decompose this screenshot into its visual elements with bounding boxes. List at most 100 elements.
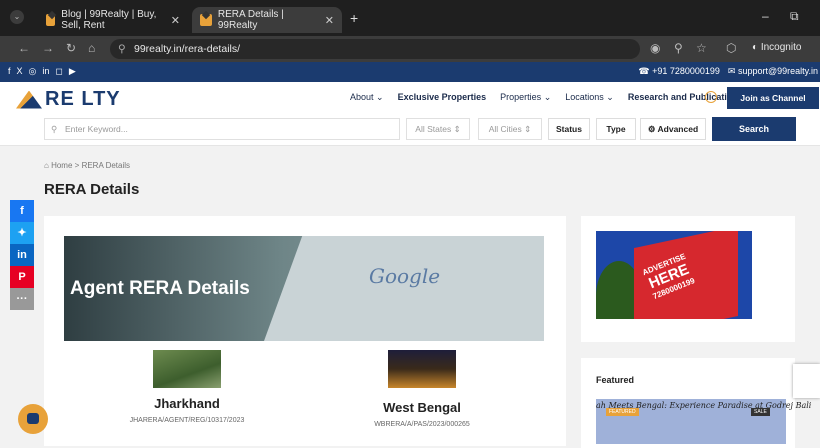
favicon-icon <box>200 14 212 26</box>
pinterest-share-icon[interactable]: P <box>10 266 34 288</box>
advertise-here-image[interactable]: ADVERTISE HERE 7280000199 <box>596 231 752 319</box>
tab-title: Blog | 99Realty | Buy, Sell, Rent <box>61 9 157 31</box>
social-links: f X ◎ in ◻ ▶ <box>8 66 76 77</box>
x-icon[interactable]: X <box>17 66 23 77</box>
agent-rera-banner: Google Agent RERA Details <box>64 236 544 341</box>
type-button[interactable]: Type <box>596 118 636 140</box>
search-icon: ⚲ <box>51 124 58 134</box>
home-icon: ⌂ <box>44 161 49 170</box>
property-search-bar: ⚲ Enter Keyword... All States ⇕ All Citi… <box>0 116 820 146</box>
breadcrumb-separator: > <box>74 161 80 170</box>
logo-mark-icon <box>16 90 42 109</box>
youtube-icon[interactable]: ▶ <box>69 66 76 77</box>
menu-label: Exclusive Properties <box>397 92 487 102</box>
banner-title: Agent RERA Details <box>70 278 250 299</box>
all-cities-select[interactable]: All Cities ⇕ <box>478 118 542 140</box>
phone-number: +91 7280000199 <box>652 66 720 76</box>
back-icon[interactable]: ← <box>18 41 30 55</box>
featured-post-image[interactable]: ah Meets Bengal: Experience Paradise at … <box>596 399 811 444</box>
bookmark-star-icon[interactable]: ☆ <box>696 41 707 55</box>
breadcrumb: ⌂ Home > RERA Details <box>44 161 130 170</box>
state-name: West Bengal <box>383 400 461 415</box>
banner-search-screen <box>264 236 544 341</box>
chevron-down-icon: ⌄ <box>376 92 384 102</box>
recaptcha-badge[interactable] <box>793 364 820 398</box>
linkedin-share-icon[interactable]: in <box>10 244 34 266</box>
search-button[interactable]: Search <box>712 117 796 141</box>
banner-google-logo: Google <box>369 264 441 288</box>
facebook-share-icon[interactable]: f <box>10 200 34 222</box>
home-icon[interactable]: ⌂ <box>88 41 95 55</box>
zoom-icon[interactable]: ⚲ <box>674 41 683 55</box>
featured-card: Featured ah Meets Bengal: Experience Par… <box>581 358 811 448</box>
menu-about[interactable]: About ⌄ <box>350 92 384 103</box>
menu-exclusive-properties[interactable]: Exclusive Properties <box>398 92 487 103</box>
reload-icon[interactable]: ↻ <box>66 41 76 55</box>
close-tab-icon[interactable]: ✕ <box>325 14 334 27</box>
menu-label: Properties <box>500 92 542 102</box>
menu-label: Research and Publications <box>627 92 743 102</box>
rera-registration: JHARERA/AGENT/REG/10317/2023 <box>129 417 245 424</box>
menu-properties[interactable]: Properties ⌄ <box>500 92 551 103</box>
updown-icon: ⇕ <box>453 124 461 134</box>
featured-heading: Featured <box>596 375 635 385</box>
keyword-placeholder: Enter Keyword... <box>65 124 128 134</box>
share-sidebar: f ✦ in P ··· <box>10 200 34 310</box>
linkedin-icon[interactable]: in <box>42 66 49 77</box>
menu-locations[interactable]: Locations ⌄ <box>565 92 614 103</box>
restore-button[interactable]: ⧉ <box>790 9 799 24</box>
tab-rera-details[interactable]: RERA Details | 99Realty ✕ <box>192 7 342 33</box>
close-tab-icon[interactable]: ✕ <box>171 14 180 27</box>
url-field[interactable]: ⚲ 99realty.in/rera-details/ <box>110 39 640 59</box>
site-logo[interactable]: RE LTY <box>16 88 121 111</box>
new-tab-button[interactable]: + <box>350 10 358 26</box>
tab-title: RERA Details | 99Realty <box>217 9 284 31</box>
phone-link[interactable]: ☎ +91 7280000199 <box>638 66 720 77</box>
breadcrumb-home[interactable]: Home <box>51 161 72 170</box>
minimize-button[interactable]: – <box>762 9 769 23</box>
browser-tab-bar: ⌄ Blog | 99Realty | Buy, Sell, Rent ✕ RE… <box>0 0 820 36</box>
url-text: 99realty.in/rera-details/ <box>134 43 241 55</box>
page-title: RERA Details <box>44 181 140 198</box>
extensions-icon[interactable]: ⬡ <box>726 41 736 55</box>
sale-badge: SALE <box>751 408 770 416</box>
incognito-indicator[interactable]: ◐ Incognito <box>752 42 801 53</box>
jharkhand-image <box>153 350 221 388</box>
chat-widget-button[interactable] <box>18 404 48 434</box>
eye-icon[interactable]: ◉ <box>650 41 660 55</box>
status-button[interactable]: Status <box>548 118 590 140</box>
top-contact-strip: f X ◎ in ◻ ▶ ☎ +91 7280000199 ✉ support@… <box>0 62 820 82</box>
mail-icon: ✉ <box>727 66 736 76</box>
all-states-select[interactable]: All States ⇕ <box>406 118 470 140</box>
site-header: RE LTY About ⌄ Exclusive Properties Prop… <box>0 82 820 125</box>
advanced-button[interactable]: ⚙ Advanced <box>640 118 706 140</box>
email-address: support@99realty.in <box>737 66 818 76</box>
state-jharkhand: Jharkhand JHARERA/AGENT/REG/10317/2023 <box>130 350 244 424</box>
favicon-icon <box>46 14 56 26</box>
join-channel-partner-button[interactable]: Join as Channel Partner <box>727 87 819 125</box>
state-name: Jharkhand <box>154 396 220 411</box>
west-bengal-image <box>388 350 456 388</box>
menu-label: Locations <box>565 92 604 102</box>
instagram-icon[interactable]: ◻ <box>55 66 62 77</box>
keyword-search-input[interactable]: ⚲ Enter Keyword... <box>44 118 400 140</box>
tab-search-icon[interactable]: ⌄ <box>10 10 24 24</box>
breadcrumb-current: RERA Details <box>81 161 131 170</box>
state-west-bengal: West Bengal WBRERA/A/PAS/2023/000265 <box>367 350 477 428</box>
logo-text: RE LTY <box>45 88 121 110</box>
tab-blog[interactable]: Blog | 99Realty | Buy, Sell, Rent ✕ <box>38 7 188 33</box>
theme-toggle-icon[interactable] <box>705 91 717 103</box>
address-bar-row: ← → ↻ ⌂ ⚲ 99realty.in/rera-details/ ◉ ⚲ … <box>0 36 820 62</box>
whatsapp-icon[interactable]: ◎ <box>29 66 37 77</box>
more-share-icon[interactable]: ··· <box>10 288 34 310</box>
site-info-icon[interactable]: ⚲ <box>118 39 126 59</box>
incognito-label: Incognito <box>760 42 802 53</box>
advertisement-card: ADVERTISE HERE 7280000199 <box>581 216 795 342</box>
updown-icon: ⇕ <box>524 124 532 134</box>
states-select-label: All States <box>415 124 452 134</box>
facebook-icon[interactable]: f <box>8 66 11 77</box>
forward-icon[interactable]: → <box>42 41 54 55</box>
chevron-down-icon: ⌄ <box>606 92 614 102</box>
email-link[interactable]: ✉ support@99realty.in <box>728 66 818 77</box>
twitter-share-icon[interactable]: ✦ <box>10 222 34 244</box>
